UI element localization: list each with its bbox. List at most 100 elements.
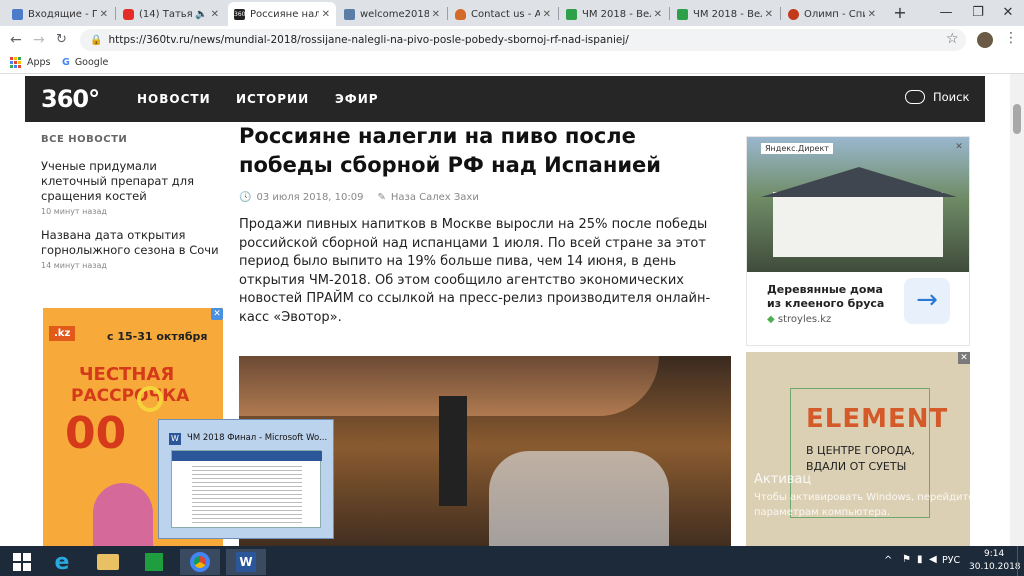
watermark-line-3: параметрам компьютера. [754, 507, 891, 518]
minimize-button[interactable]: — [928, 0, 964, 24]
ad-line-2: РАССРОЧКА [71, 386, 190, 406]
shield-icon [455, 8, 466, 20]
tab-inbox[interactable]: Входящие - Пс ✕ [6, 2, 114, 26]
show-desktop-button[interactable] [1017, 546, 1024, 576]
ad-domain: ◆ stroyles.kz [767, 314, 832, 325]
tab-sheet-2[interactable]: ЧМ 2018 - Вел ✕ [671, 2, 779, 26]
ad-big-number: 00 [65, 408, 127, 459]
clock-icon: 🕓 [239, 192, 252, 203]
element-ad[interactable]: ELEMENT В ЦЕНТРЕ ГОРОДА, ВДАЛИ ОТ СУЕТЫ … [746, 352, 970, 546]
taskbar: e W ^ ⚑ ▮ ◀ РУС 9:14 30.10.2018 [0, 546, 1024, 576]
site-search-button[interactable]: Поиск [905, 90, 969, 104]
list-item[interactable]: Ученые придумали клеточный препарат для … [41, 159, 226, 216]
close-icon[interactable]: ✕ [432, 9, 440, 20]
site-360-icon: 360 [234, 8, 246, 20]
preview-thumbnail [171, 450, 322, 528]
chrome-icon[interactable] [180, 549, 220, 575]
ad-card: Деревянные дома из клееного бруса ◆ stro… [753, 272, 961, 342]
ad-close-icon[interactable]: ✕ [211, 308, 223, 320]
sheet-icon [677, 8, 688, 20]
bookmark-google[interactable]: G Google [62, 57, 108, 68]
preview-title: ЧМ 2018 Финал - Microsoft Wo... [187, 433, 328, 443]
ad-line-2: ВДАЛИ ОТ СУЕТЫ [806, 460, 907, 473]
close-icon[interactable]: ✕ [211, 9, 219, 20]
sidebar-heading[interactable]: ВСЕ НОВОСТИ [41, 134, 226, 145]
photo-glass [489, 451, 669, 546]
tab-olimp[interactable]: Олимп - Списс ✕ [782, 2, 882, 26]
ad-date: с 15-31 октября [107, 330, 208, 343]
site-logo[interactable]: 360° [41, 85, 100, 113]
ie-icon[interactable]: e [42, 549, 82, 575]
new-tab-button[interactable]: + [882, 0, 918, 24]
watermark-line-2: Чтобы активировать Windows, перейдите к [754, 492, 970, 503]
explorer-icon[interactable] [88, 549, 128, 575]
browser-toolbar: ← → ↻ 🔒 https://360tv.ru/news/mundial-20… [0, 26, 1024, 54]
scrollbar-thumb[interactable] [1013, 104, 1021, 134]
ad-label: Яндекс.Директ [761, 143, 833, 154]
close-icon[interactable]: ✕ [765, 9, 773, 20]
store-icon[interactable] [134, 549, 174, 575]
arrow-right-icon[interactable]: → [904, 278, 950, 324]
olimp-icon [788, 8, 799, 20]
word-thumbnail-preview[interactable]: W ЧМ 2018 Финал - Microsoft Wo... [158, 419, 334, 539]
menu-icon[interactable]: ⋮ [1004, 29, 1018, 47]
article-meta: 🕓 03 июля 2018, 10:09 ✎ Наза Салех Захи [239, 192, 479, 203]
close-icon[interactable]: ✕ [100, 9, 108, 20]
ad-close-icon[interactable]: ✕ [958, 352, 970, 364]
clock-time[interactable]: 9:14 [984, 549, 1004, 559]
ad-logo: .kz [49, 326, 76, 341]
avatar[interactable] [977, 32, 993, 48]
language-indicator[interactable]: РУС [942, 555, 960, 566]
lock-icon: 🔒 [90, 34, 103, 46]
house-roof [761, 167, 957, 197]
mail-icon [12, 8, 23, 20]
word-taskbar-icon[interactable]: W [226, 549, 266, 575]
news-sidebar: ВСЕ НОВОСТИ Ученые придумали клеточный п… [41, 134, 226, 270]
address-bar[interactable]: 🔒 https://360tv.ru/news/mundial-2018/ros… [80, 29, 966, 51]
pen-icon: ✎ [377, 192, 386, 203]
start-button[interactable] [2, 549, 42, 575]
leaf-icon: ◆ [767, 314, 775, 325]
screen: Входящие - Пс ✕ (14) Татьян 🔈 ✕ 360 Росс… [0, 0, 1024, 576]
tab-360-article[interactable]: 360 Россияне нале ✕ [228, 2, 336, 26]
star-icon[interactable]: ☆ [946, 30, 959, 48]
network-icon[interactable]: ▮ [917, 554, 923, 565]
tray-chevron-icon[interactable]: ^ [884, 555, 892, 566]
search-icon [905, 90, 925, 104]
bookmarks-bar: Apps G Google [0, 54, 1024, 74]
tab-bar: Входящие - Пс ✕ (14) Татьян 🔈 ✕ 360 Росс… [0, 0, 1024, 26]
nav-live[interactable]: ЭФИР [335, 92, 379, 106]
article-title: Россияне налегли на пиво после победы сб… [239, 124, 661, 177]
nav-stories[interactable]: ИСТОРИИ [236, 92, 309, 106]
window-close-button[interactable]: ✕ [990, 0, 1024, 24]
ad-ring-icon [137, 386, 163, 412]
list-item[interactable]: Названа дата открытия горнолыжного сезон… [41, 228, 226, 270]
reload-icon[interactable]: ↻ [56, 31, 67, 49]
close-icon[interactable]: ✕ [654, 9, 662, 20]
tab-contact[interactable]: Contact us - AS ✕ [449, 2, 557, 26]
speaker-icon[interactable]: 🔈 [195, 9, 207, 20]
tab-welcome[interactable]: welcome2018. ✕ [338, 2, 446, 26]
bookmark-apps[interactable]: Apps [10, 57, 51, 68]
volume-icon[interactable]: ◀ [929, 554, 937, 565]
house-wall [773, 192, 943, 257]
tab-youtube[interactable]: (14) Татьян 🔈 ✕ [117, 2, 225, 26]
page-scrollbar[interactable] [1010, 74, 1024, 546]
article-lead: Продажи пивных напитков в Москве выросли… [239, 217, 711, 325]
tab-sheet-1[interactable]: ЧМ 2018 - Вел ✕ [560, 2, 668, 26]
article-date: 03 июля 2018, 10:09 [256, 192, 364, 203]
yandex-direct-ad[interactable]: Яндекс.Директ ✕ Деревянные дома из клеен… [746, 136, 970, 346]
back-icon[interactable]: ← [10, 31, 22, 49]
word-icon: W [169, 433, 181, 445]
clock-date[interactable]: 30.10.2018 [969, 562, 1021, 572]
nav-news[interactable]: НОВОСТИ [137, 92, 211, 106]
forward-icon[interactable]: → [33, 31, 45, 49]
ad-close-icon[interactable]: ✕ [953, 141, 965, 153]
watermark-line-1: Активац [754, 472, 812, 487]
close-icon[interactable]: ✕ [322, 9, 330, 20]
close-icon[interactable]: ✕ [868, 9, 876, 20]
close-icon[interactable]: ✕ [543, 9, 551, 20]
flag-icon[interactable]: ⚑ [902, 554, 911, 565]
google-icon: G [62, 57, 70, 68]
article-author[interactable]: Наза Салех Захи [391, 192, 479, 203]
